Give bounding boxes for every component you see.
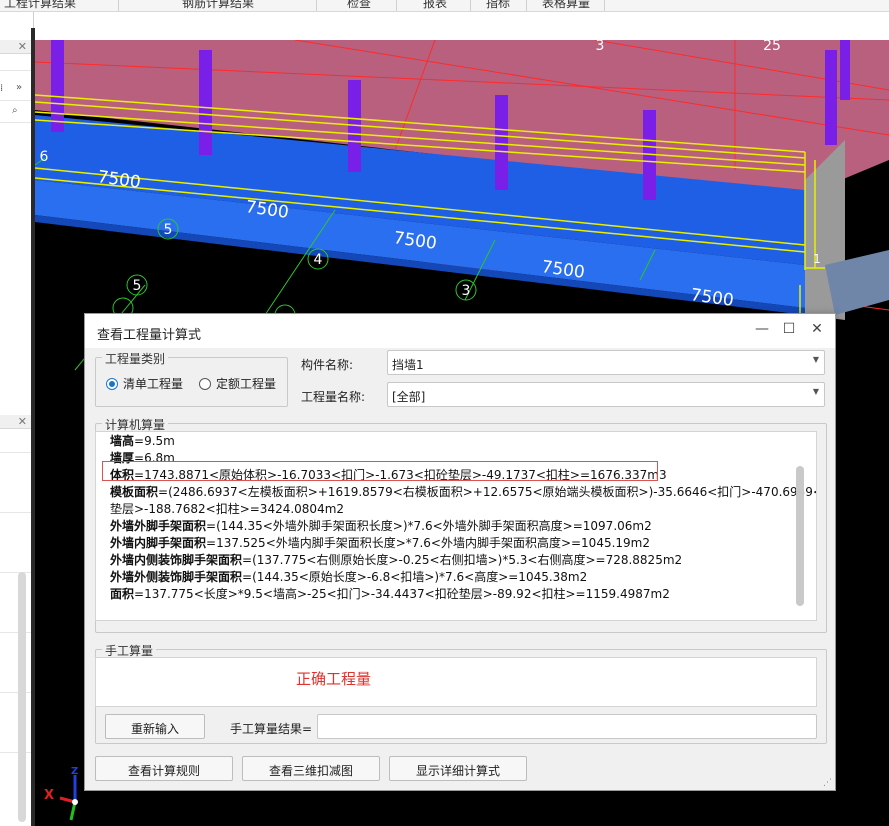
radio-unchecked-icon[interactable] [199,377,211,390]
divider [0,752,31,753]
axis-gizmo [59,775,78,821]
dialog-title: 查看工程量计算式 [97,328,202,343]
close-icon[interactable]: ✕ [18,40,27,53]
scrollbar[interactable] [796,466,804,606]
manual-result-label: 手工算量结果= [230,722,313,736]
qtyname-label: 工程量名称: [301,390,366,404]
component-select[interactable]: 挡墙1 ▼ [387,350,825,375]
panel-header: ✕ [0,415,31,429]
qtyname-select[interactable]: [全部] ▼ [387,382,825,407]
formula-line: 外墙外侧装饰脚手架面积=(144.35<原始长度>-6.8<扣墙>)*7.6<高… [110,570,588,584]
formula-line: 模板面积=(2486.6937<左模板面积>+1619.8579<右模板面积>+… [110,485,817,499]
resize-grip-icon[interactable]: ⋰ [823,778,832,788]
axis-number: 3 [596,40,605,54]
radio-checked-icon[interactable] [106,377,118,390]
list-icon[interactable]: ⁞ [0,83,3,94]
formula-line: 外墙外脚手架面积=(144.35<外墙外脚手架面积长度>)*7.6<外墙外脚手架… [110,519,652,533]
formula-line: 面积=137.775<长度>*9.5<墙高>-25<扣门>-34.4437<扣砼… [110,587,670,601]
axis-number: 3 [462,283,471,299]
search-icon[interactable]: ⌕ [12,105,18,116]
tab-project-results[interactable]: 工程计算结果 [4,0,76,11]
radio-label: 清单工程量 [123,377,184,391]
view-rules-button[interactable]: 查看计算规则 [95,756,233,781]
divider [0,572,31,573]
highlight-box [102,461,658,481]
manual-note: 正确工程量 [296,670,372,688]
maximize-icon[interactable]: ☐ [779,321,799,337]
manual-text-area[interactable]: 正确工程量 [95,657,817,707]
divider [0,122,31,123]
show-detail-formula-button[interactable]: 显示详细计算式 [389,756,527,781]
tab-report[interactable]: 报表 [423,0,447,11]
expand-icon[interactable]: » [16,82,22,93]
radio-list-qty[interactable]: 清单工程量 [106,375,183,392]
close-icon[interactable]: ✕ [807,321,827,337]
formula-line: 外墙内侧装饰脚手架面积=(137.775<右侧原始长度>-0.25<右侧扣墙>)… [110,553,683,567]
close-icon[interactable]: ✕ [18,415,27,428]
radio-quota-qty[interactable]: 定额工程量 [199,375,276,392]
radio-label: 定额工程量 [216,377,277,391]
axis-number: 6 [40,149,49,165]
menu-separator [604,0,605,11]
axis-number: 5 [133,278,142,294]
divider [0,512,31,513]
component-label: 构件名称: [301,358,354,372]
axis-number: 5 [164,222,173,238]
divider [0,692,31,693]
axis-number: 4 [314,252,323,268]
formula-line: 外墙内脚手架面积=137.525<外墙内脚手架面积长度>*7.6<外墙内脚手架面… [110,536,650,550]
menu-separator [118,0,119,11]
left-panel: ✕ ⁞ » ⌕ ✕ [0,12,34,826]
menu-separator [316,0,317,11]
menu-separator [470,0,471,11]
qtyname-value: [全部] [392,390,426,404]
chevron-down-icon[interactable]: ▼ [813,355,819,364]
formula-line: 垫层>-188.7682<扣柱>=3424.0804m2 [110,502,345,516]
divider [0,100,31,101]
group-label: 工程量类别 [102,350,169,367]
axis-x-label: X [44,788,55,803]
divider [0,452,31,453]
tab-rebar-results[interactable]: 钢筋计算结果 [182,0,254,11]
axis-number: 25 [763,40,781,54]
menu-bar: 工程计算结果 钢筋计算结果 检查 报表 指标 表格算量 [0,0,889,12]
chevron-down-icon[interactable]: ▼ [813,387,819,396]
component-value: 挡墙1 [392,358,424,372]
tab-check[interactable]: 检查 [347,0,371,11]
divider [0,632,31,633]
reenter-button[interactable]: 重新输入 [105,714,205,739]
tab-table-calc[interactable]: 表格算量 [542,0,590,11]
tab-indicator[interactable]: 指标 [486,0,510,11]
title-bar[interactable]: 查看工程量计算式 — ☐ ✕ [85,314,835,348]
axis-number: 1 [813,252,821,266]
menu-separator [526,0,527,11]
panel-header: ✕ [0,40,31,54]
view-3d-deduction-button[interactable]: 查看三维扣减图 [242,756,380,781]
manual-result-input[interactable] [317,714,817,739]
axis-z-label: Z [71,766,79,777]
divider [0,70,31,71]
minimize-icon[interactable]: — [752,321,772,337]
menu-separator [396,0,397,11]
formula-line: 墙高=9.5m [110,434,175,448]
formula-dialog: 查看工程量计算式 — ☐ ✕ 工程量类别 清单工程量 定额工程量 构件名称: 挡… [84,313,836,791]
scrollbar[interactable] [18,572,26,822]
qty-type-group: 工程量类别 清单工程量 定额工程量 [95,350,288,407]
formula-text-area[interactable]: 墙高=9.5m 墙厚=6.8m 体积=1743.8871<原始体积>-16.70… [95,431,817,621]
